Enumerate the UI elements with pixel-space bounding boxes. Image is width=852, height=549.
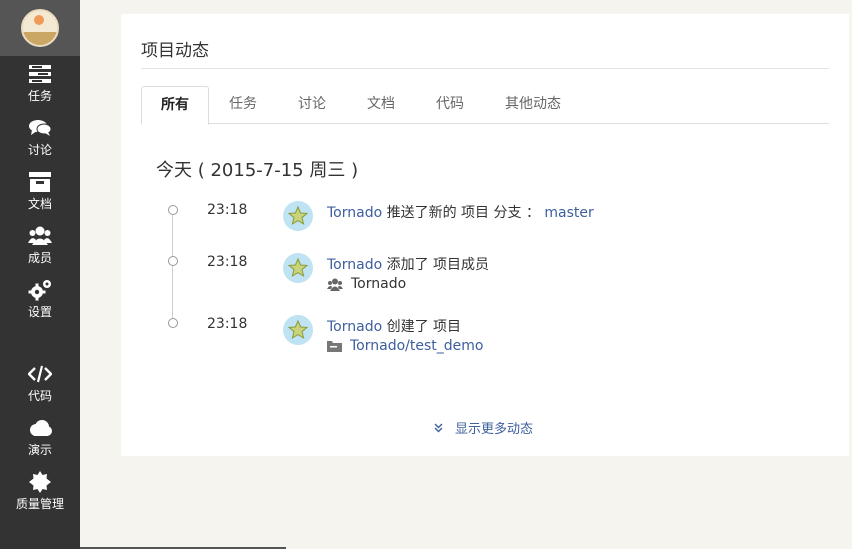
sidebar-item-tasks[interactable]: 任务 xyxy=(0,56,80,110)
event-line: Tornado 推送了新的 项目 分支 ： master xyxy=(327,202,594,222)
sidebar-item-discussion[interactable]: 讨论 xyxy=(0,110,80,164)
timeline-dot xyxy=(168,318,178,328)
avatar[interactable] xyxy=(283,315,313,345)
timeline-dot xyxy=(168,205,178,215)
gears-icon xyxy=(28,279,52,301)
event-line: Tornado 添加了 项目成员 xyxy=(327,254,489,274)
panel-title: 项目动态 xyxy=(141,41,209,61)
activity-tabs: 所有 任务 讨论 文档 代码 其他动态 xyxy=(141,86,829,125)
tab-all[interactable]: 所有 xyxy=(141,86,209,125)
sidebar-item-label: 演示 xyxy=(27,442,52,457)
event-detail: Tornado xyxy=(327,276,406,292)
event-action: 添加了 项目成员 xyxy=(386,257,490,273)
event-action: 创建了 项目 xyxy=(386,319,462,335)
code-icon xyxy=(28,363,52,385)
user-avatar-area[interactable] xyxy=(0,0,80,56)
user-link[interactable]: Tornado xyxy=(327,319,382,335)
sidebar-item-docs[interactable]: 文档 xyxy=(0,164,80,218)
user-avatar[interactable] xyxy=(21,9,59,47)
avatar[interactable] xyxy=(283,253,313,283)
event-action: 推送了新的 项目 分支 ： xyxy=(386,205,540,221)
show-more-label: 显示更多动态 xyxy=(455,422,534,437)
double-chevron-down-icon xyxy=(434,423,443,433)
branch-link[interactable]: master xyxy=(544,205,593,221)
chat-bubbles-icon xyxy=(29,117,51,139)
avatar[interactable] xyxy=(283,201,313,231)
star-avatar-icon xyxy=(288,206,308,226)
sidebar-item-label: 设置 xyxy=(27,304,52,319)
sidebar-item-code[interactable]: 代码 xyxy=(0,356,80,410)
divider xyxy=(141,68,829,69)
badge-icon xyxy=(29,470,51,493)
sidebar-item-label: 讨论 xyxy=(27,142,52,157)
tasks-icon xyxy=(29,63,51,85)
sidebar-item-label: 代码 xyxy=(27,388,52,403)
sidebar-item-quality[interactable]: 质量管理 xyxy=(0,464,80,518)
tab-other[interactable]: 其他动态 xyxy=(489,86,577,123)
event-line: Tornado 创建了 项目 xyxy=(327,316,461,336)
timeline-dot xyxy=(168,256,178,266)
member-name: Tornado xyxy=(351,276,407,292)
cloud-icon xyxy=(28,417,52,439)
tab-code[interactable]: 代码 xyxy=(420,86,480,123)
sidebar-item-members[interactable]: 成员 xyxy=(0,218,80,272)
tab-tasks[interactable]: 任务 xyxy=(213,86,273,123)
event-time: 23:18 xyxy=(207,316,248,332)
sidebar-item-label: 质量管理 xyxy=(15,496,64,511)
sidebar-item-demo[interactable]: 演示 xyxy=(0,410,80,464)
sidebar-item-settings[interactable]: 设置 xyxy=(0,272,80,326)
event-detail: Tornado/test_demo xyxy=(327,338,483,354)
star-avatar-icon xyxy=(288,258,308,278)
activity-panel: 项目动态 所有 任务 讨论 文档 代码 其他动态 今天 ( 2015-7-15 … xyxy=(121,14,849,456)
sidebar: 任务 讨论 文档 成员 设置 代码 演示 质量管理 xyxy=(0,0,80,549)
user-link[interactable]: Tornado xyxy=(327,205,382,221)
sidebar-item-label: 文档 xyxy=(27,196,52,211)
folder-icon xyxy=(327,340,342,352)
sidebar-item-label: 任务 xyxy=(27,88,52,103)
show-more-button[interactable]: 显示更多动态 xyxy=(434,418,533,437)
event-time: 23:18 xyxy=(207,202,248,218)
event-time: 23:18 xyxy=(207,254,248,270)
sidebar-item-label: 成员 xyxy=(27,250,52,265)
user-link[interactable]: Tornado xyxy=(327,257,382,273)
timeline-line xyxy=(172,210,173,323)
star-avatar-icon xyxy=(288,320,308,340)
users-icon xyxy=(327,278,343,291)
archive-box-icon xyxy=(29,171,51,193)
tab-docs[interactable]: 文档 xyxy=(351,86,411,123)
users-icon xyxy=(28,225,52,247)
project-link[interactable]: Tornado/test_demo xyxy=(350,338,483,354)
day-header: 今天 ( 2015-7-15 周三 ) xyxy=(156,160,359,181)
tab-discussions[interactable]: 讨论 xyxy=(282,86,342,123)
